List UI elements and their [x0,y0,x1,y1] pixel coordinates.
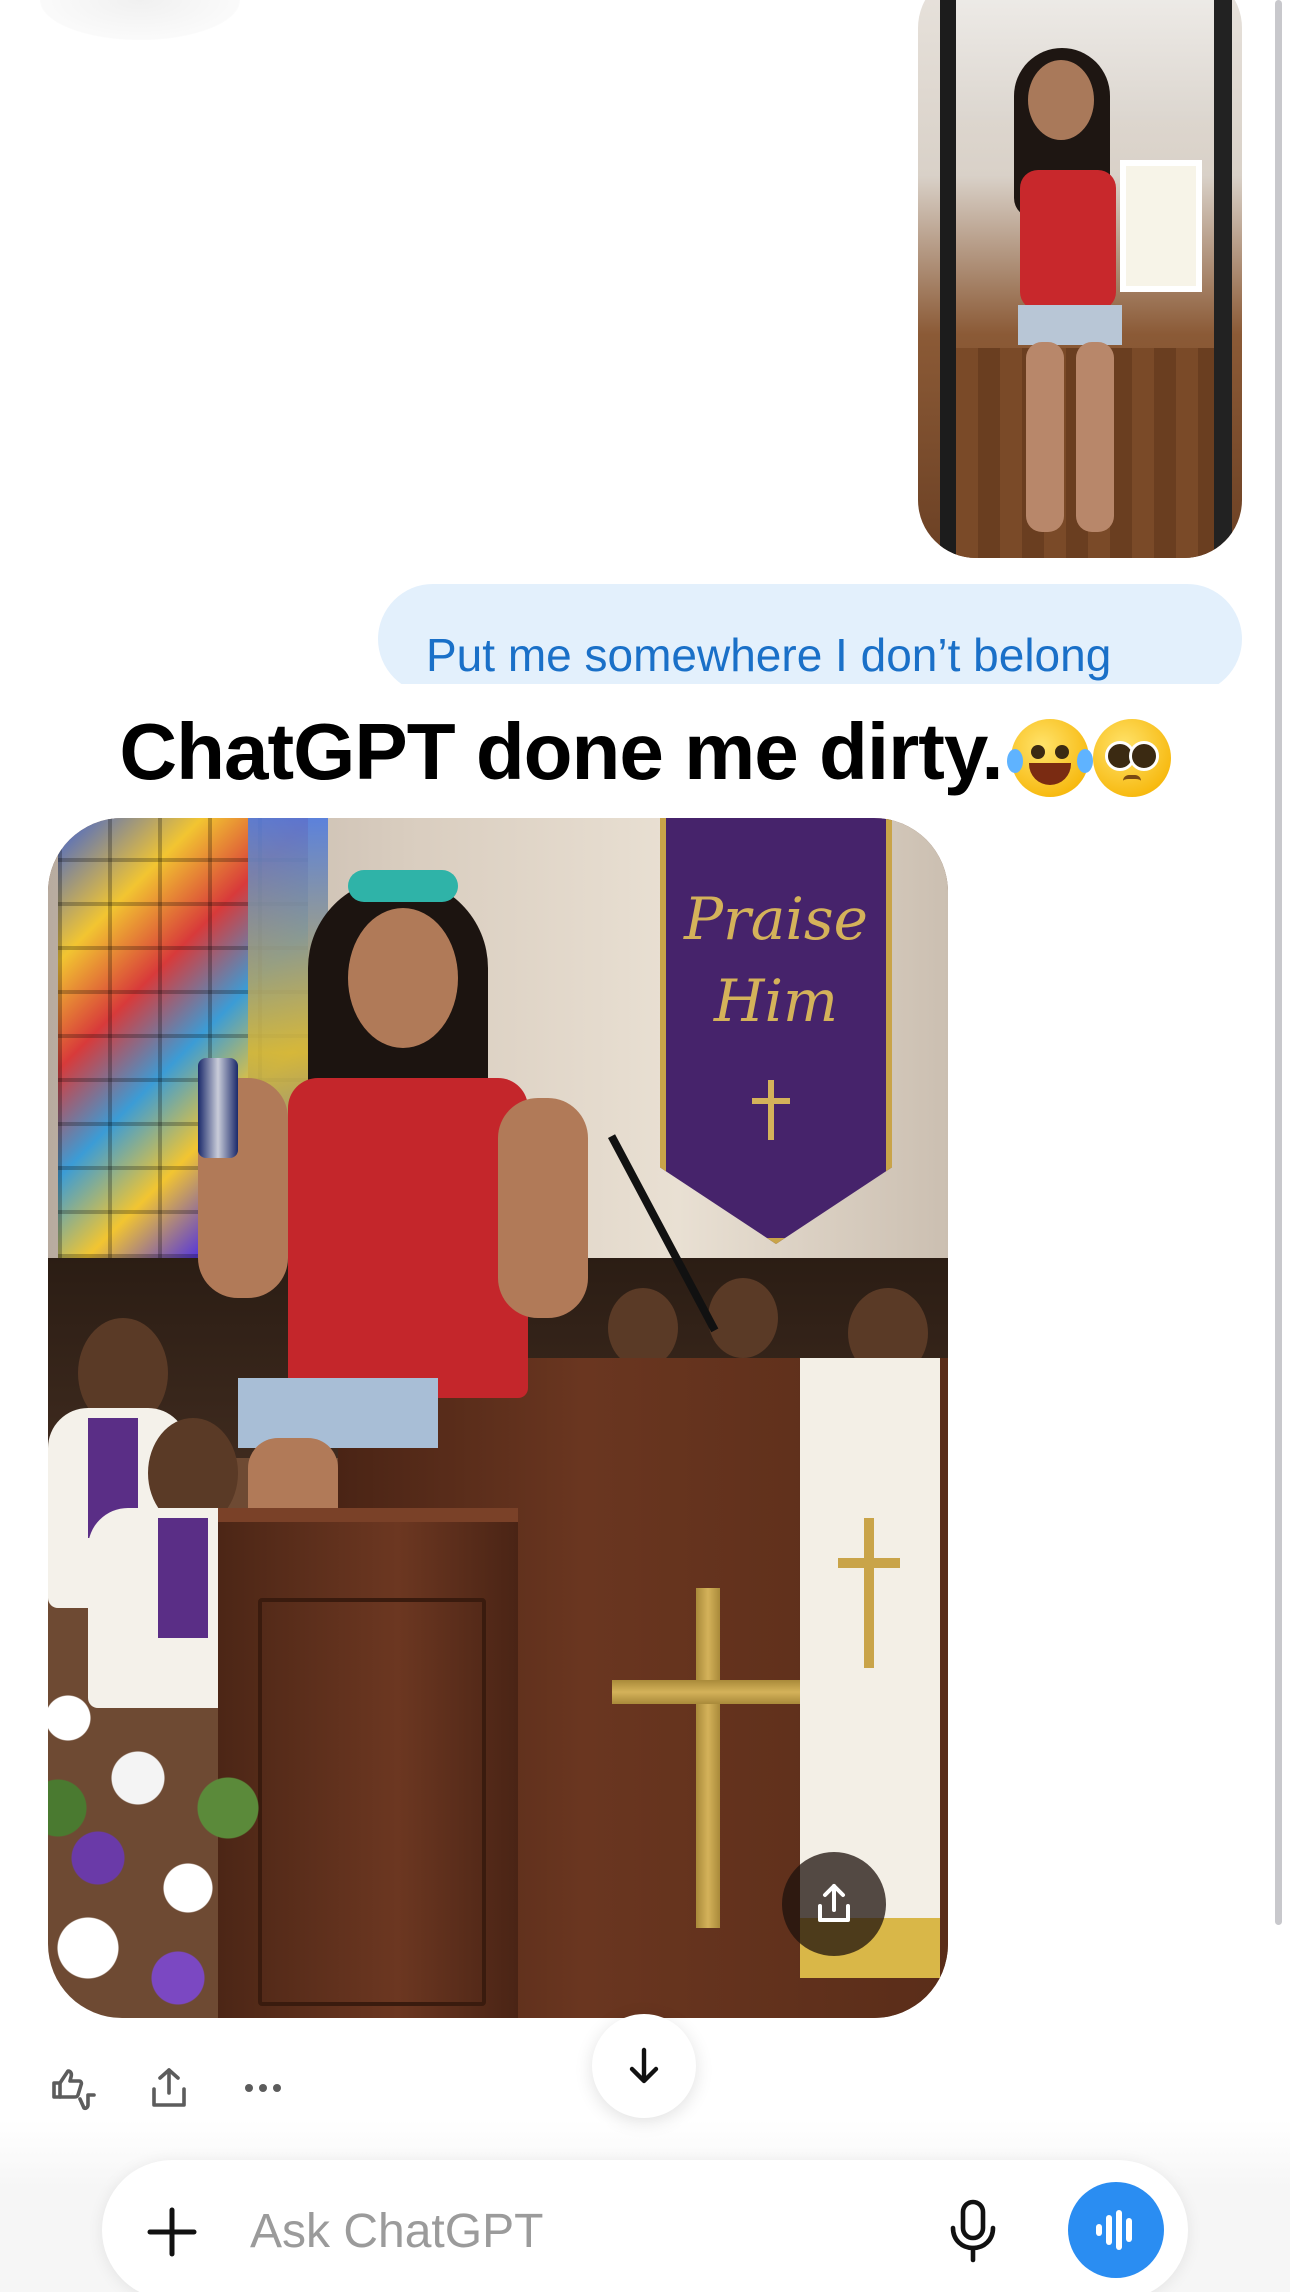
photo-person-leg [1076,342,1114,532]
banner-text: Praise Him [660,878,892,1042]
banner-cross-icon [752,1098,790,1104]
pulpit-cross-icon [612,1680,812,1704]
photo-door-frame [940,0,956,558]
plus-icon [147,2207,197,2257]
microphone-icon [950,2199,996,2263]
overlay-caption: ChatGPT done me dirty. [0,696,1290,802]
photo-person-shorts [1018,305,1122,345]
thumbs-up-down-icon[interactable] [48,2061,102,2115]
scroll-to-bottom-button[interactable] [592,2014,696,2118]
faint-shadow [40,0,240,40]
share-icon [818,1884,850,1922]
chat-screen: Put me somewhere I don’t belong ChatGPT … [0,0,1290,2292]
share-icon[interactable] [142,2061,196,2115]
woman-red-tank-top [288,1078,528,1398]
pleading-face-emoji-icon [1092,718,1171,797]
overlay-caption-text: ChatGPT done me dirty. [119,706,1003,796]
user-message-text: Put me somewhere I don’t belong [426,629,1112,681]
photo-person-top [1020,170,1116,310]
voice-mode-button[interactable] [1068,2182,1164,2278]
sunglasses [348,870,458,902]
laughing-crying-emoji-icon [1006,718,1093,797]
banner-line: Praise [684,885,868,953]
generated-image[interactable]: Praise Him [48,818,948,2018]
message-composer[interactable]: Ask ChatGPT [102,2160,1188,2292]
congregant-head [608,1288,678,1368]
composer-input[interactable]: Ask ChatGPT [250,2204,543,2259]
photo-person-head [1028,60,1094,140]
stole-cross-icon [864,1518,874,1668]
waveform-icon [1096,2210,1132,2250]
arrow-down-icon [629,2047,659,2084]
choir-stole [158,1518,208,1638]
flower-arrangement [48,1658,278,2018]
energy-drink-can [198,1058,238,1158]
stole-cross-icon [838,1558,900,1568]
pulpit-panel [258,1598,486,2006]
user-message-bubble[interactable]: Put me somewhere I don’t belong [378,584,1242,694]
congregant-head [708,1278,778,1358]
woman-face [348,908,458,1048]
banner-line: Him [713,967,839,1035]
banner-cross-icon [768,1080,774,1140]
caption-emojis [1006,702,1171,802]
more-icon[interactable] [236,2061,290,2115]
attach-button[interactable] [140,2200,204,2264]
photo-door-frame [1214,0,1232,558]
photo-person-leg [1026,342,1064,532]
woman-arm [498,1098,588,1318]
message-action-row [48,2060,290,2116]
photo-window [1120,160,1202,292]
dictation-button[interactable] [938,2196,1008,2266]
scroll-indicator [1275,0,1282,1925]
denim-shorts [238,1378,438,1448]
image-share-button[interactable] [782,1852,886,1956]
user-uploaded-photo[interactable] [918,0,1242,558]
pulpit-cross-icon [696,1588,720,1928]
